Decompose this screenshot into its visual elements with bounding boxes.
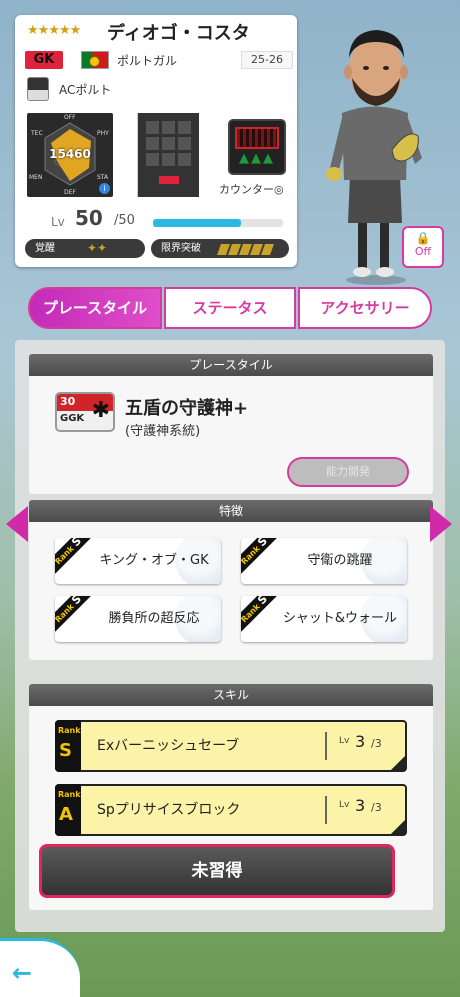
player-name: ディオゴ・コスタ (107, 23, 250, 44)
limit-break-bar (260, 244, 275, 255)
trait-card[interactable]: Rank S 勝負所の超反応 (55, 596, 221, 642)
season-label: 25-26 (241, 51, 293, 69)
trait-card[interactable]: Rank S シャット&ウォール (241, 596, 407, 642)
rank-badge: Rank A (55, 784, 81, 836)
gk-position-marker (159, 176, 179, 184)
playstyle-icon-number: 30 (60, 395, 76, 408)
playstyle-name: 五盾の守護神+ (125, 398, 249, 419)
back-arrow-icon: ← (12, 959, 33, 987)
detail-panel[interactable]: プレースタイル 30 GGK ✱ 五盾の守護神+ (守護神系統) 能力開発 特徴… (15, 340, 445, 932)
playstyle-lineage: (守護神系統) (125, 424, 201, 439)
lock-toggle-label: Off (414, 245, 432, 258)
trait-label: 勝負所の超反応 (108, 611, 200, 626)
lock-toggle-button[interactable]: 🔒 Off (402, 226, 444, 268)
rank-badge: Rank S (241, 538, 277, 574)
skill-level: 3 (355, 796, 366, 815)
playstyle-icon-code: GGK (60, 413, 85, 424)
level-value: 50 (75, 206, 103, 230)
level-progress-bar (153, 219, 283, 227)
traits-section: 特徴 Rank S キング・オブ・GK Rank S 守衛の跳躍 Rank S … (29, 500, 433, 660)
rarity-stars: ★★★★★ (27, 23, 81, 38)
limit-break-pill: 限界突破 (151, 239, 289, 258)
level-progress-fill (153, 219, 242, 227)
awakening-diamond-icons: ✦✦ (87, 241, 108, 255)
skill-level-max: /3 (371, 801, 382, 814)
skill-name: Exバーニッシュセーブ (97, 738, 240, 754)
level-label: Lv (51, 215, 65, 229)
skill-row[interactable]: Rank A Spプリサイスブロック Lv 3 /3 (55, 784, 407, 836)
radar-label-sta: STA (97, 174, 109, 181)
trait-label: シャット&ウォール (282, 611, 398, 626)
tab-accessory[interactable]: アクセサリー (298, 287, 432, 329)
tab-status[interactable]: ステータス (164, 287, 296, 329)
trait-label: 守衛の跳躍 (307, 553, 373, 568)
playstyle-header: プレースタイル (29, 354, 433, 376)
rank-badge: Rank S (55, 538, 91, 574)
stats-radar[interactable]: OFF PHY STA DEF MEN TEC 15460 i (27, 113, 113, 197)
player-card: ★★★★★ ディオゴ・コスタ GK ポルトガル 25-26 ACポルト OFF … (15, 15, 297, 267)
club-label: ACポルト (59, 83, 112, 97)
club-crest-icon (27, 77, 49, 101)
radar-label-def: DEF (64, 189, 76, 196)
rank-badge: Rank S (55, 596, 91, 632)
overall-value: 15460 (49, 147, 91, 161)
radar-label-phy: PHY (97, 130, 109, 137)
awakening-label: 覚醒 (35, 243, 55, 254)
info-icon[interactable]: i (99, 183, 110, 194)
unlearned-skill-button[interactable]: 未習得 (39, 844, 395, 898)
radar-label-tec: TEC (31, 130, 43, 137)
playstyle-icon: 30 GGK ✱ (55, 392, 115, 432)
tactic-icon: ▲▲▲ (228, 119, 286, 175)
position-badge: GK (25, 51, 63, 69)
next-arrow-icon[interactable] (430, 506, 452, 542)
tab-playstyle[interactable]: プレースタイル (28, 287, 162, 329)
trait-label: キング・オブ・GK (99, 553, 209, 568)
portugal-flag-icon (81, 51, 109, 69)
skill-name: Spプリサイスブロック (97, 802, 241, 818)
awakening-pill: 覚醒 ✦✦ (25, 239, 145, 258)
skill-level-label: Lv (339, 736, 350, 746)
trait-card[interactable]: Rank S 守衛の跳躍 (241, 538, 407, 584)
goalkeeper-figure-icon: ✱ (91, 398, 110, 423)
radar-label-off: OFF (64, 114, 76, 121)
skill-level-max: /3 (371, 737, 382, 750)
tactic-label: カウンター◎ (219, 183, 284, 196)
skill-level-label: Lv (339, 800, 350, 810)
previous-arrow-icon[interactable] (6, 506, 28, 542)
back-button[interactable]: ← (0, 938, 80, 997)
limit-break-label: 限界突破 (161, 243, 201, 254)
limit-break-bars (216, 243, 275, 262)
skill-row[interactable]: Rank S Exバーニッシュセーブ Lv 3 /3 (55, 720, 407, 772)
level-max: /50 (114, 213, 135, 228)
rank-badge: Rank S (241, 596, 277, 632)
nation-label: ポルトガル (117, 54, 178, 68)
formation-position-map (137, 113, 199, 197)
skill-level: 3 (355, 732, 366, 751)
skills-header: スキル (29, 684, 433, 706)
playstyle-section: プレースタイル 30 GGK ✱ 五盾の守護神+ (守護神系統) 能力開発 (29, 354, 433, 494)
lock-icon: 🔒 (415, 231, 431, 245)
radar-label-men: MEN (29, 174, 43, 181)
traits-header: 特徴 (29, 500, 433, 522)
trait-card[interactable]: Rank S キング・オブ・GK (55, 538, 221, 584)
ability-development-button[interactable]: 能力開発 (287, 457, 409, 487)
rank-badge: Rank S (55, 720, 81, 772)
